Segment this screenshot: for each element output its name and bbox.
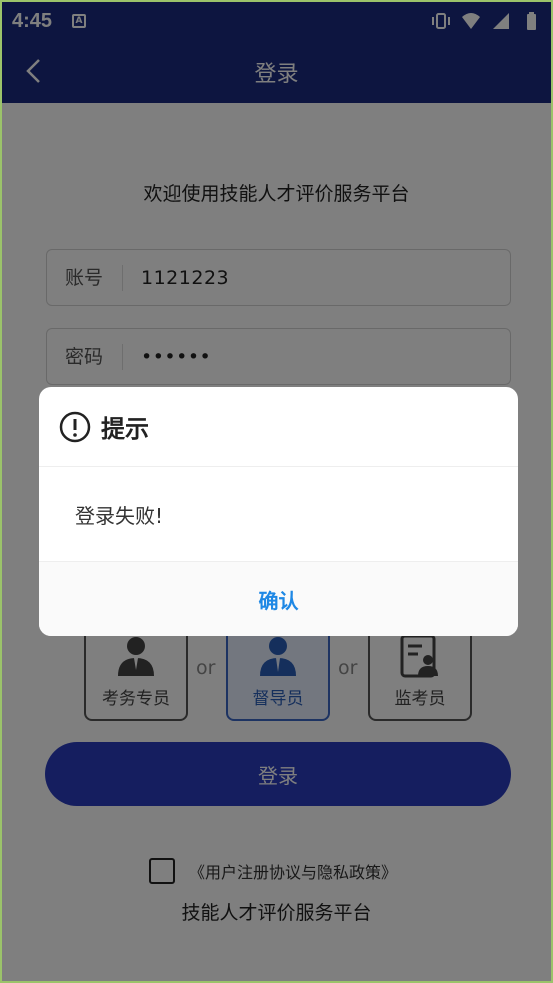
alert-dialog: 提示 登录失败! 确认 xyxy=(39,387,518,636)
dialog-header: 提示 xyxy=(39,387,518,467)
dialog-message: 登录失败! xyxy=(39,467,518,562)
dialog-title: 提示 xyxy=(101,415,149,443)
confirm-button[interactable]: 确认 xyxy=(39,562,518,636)
screen: 4:45 A 登录 欢迎使用技能人才评价服务平台 xyxy=(0,0,553,983)
exclamation-circle-icon xyxy=(59,411,91,442)
